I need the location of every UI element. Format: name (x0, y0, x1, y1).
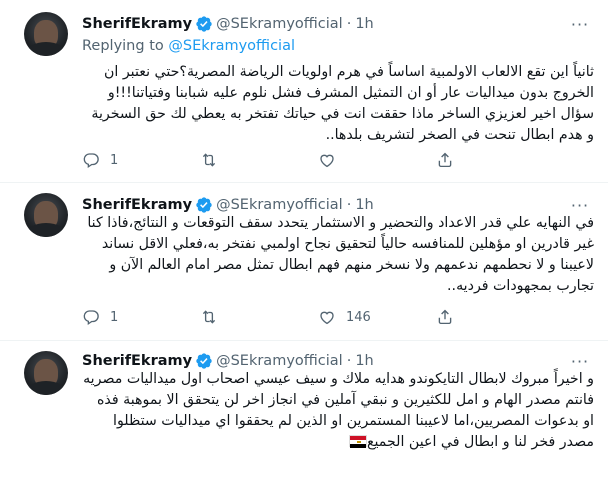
handle[interactable]: @SEkramyofficial (216, 197, 343, 213)
separator-dot: · (346, 353, 352, 369)
like-icon (320, 311, 334, 325)
retweet-icon (202, 153, 216, 167)
tweet-header: SherifEkramy @SEkramyofficial · 1h (82, 195, 374, 215)
more-options-icon[interactable]: ··· (568, 14, 592, 34)
like-icon (320, 154, 334, 168)
share-button[interactable] (436, 308, 454, 326)
tweet[interactable]: SherifEkramy @SEkramyofficial · 1h ··· و… (0, 341, 608, 492)
replying-to: Replying to @SEkramyofficial (82, 38, 295, 54)
like-button[interactable]: 146 (318, 308, 371, 326)
replying-to-handle-link[interactable]: @SEkramyofficial (168, 38, 295, 54)
more-options-icon[interactable]: ··· (568, 195, 592, 215)
like-count: 146 (346, 309, 371, 325)
tweet-text: في النهايه علي قدر الاعداد والتحضير و ال… (82, 215, 594, 294)
reply-button[interactable]: 1 (82, 151, 118, 169)
retweet-button[interactable] (200, 308, 228, 326)
avatar[interactable] (24, 193, 68, 237)
display-name[interactable]: SherifEkramy (82, 16, 192, 32)
tweet-actions: 1 146 (82, 307, 542, 327)
timestamp[interactable]: 1h (355, 197, 373, 213)
retweet-button[interactable] (200, 151, 228, 169)
verified-badge-icon (196, 197, 212, 213)
tweet-actions: 1 (82, 150, 542, 170)
egypt-flag-emoji-icon (348, 435, 367, 448)
share-icon (438, 152, 452, 168)
tweet[interactable]: SherifEkramy @SEkramyofficial · 1h ··· ف… (0, 183, 608, 340)
tweet-text: و اخيراً مبروك لابطال التايكوندو هدايه م… (82, 369, 594, 453)
reply-count: 1 (110, 309, 119, 325)
separator-dot: · (346, 197, 352, 213)
handle[interactable]: @SEkramyofficial (216, 353, 343, 369)
verified-badge-icon (196, 353, 212, 369)
tweet-text-body: و اخيراً مبروك لابطال التايكوندو هدايه م… (69, 371, 594, 450)
reply-icon (83, 153, 99, 169)
handle[interactable]: @SEkramyofficial (216, 16, 343, 32)
display-name[interactable]: SherifEkramy (82, 197, 192, 213)
reply-icon (83, 310, 99, 326)
reply-button[interactable]: 1 (82, 308, 118, 326)
tweet-header: SherifEkramy @SEkramyofficial · 1h (82, 14, 374, 34)
tweet-text: ثانياً اين تقع الالعاب الاولمبية اساساً … (86, 64, 594, 143)
tweet[interactable]: SherifEkramy @SEkramyofficial · 1h ··· R… (0, 0, 608, 182)
more-options-icon[interactable]: ··· (568, 351, 592, 371)
replying-to-label: Replying to (82, 38, 169, 54)
avatar[interactable] (24, 351, 68, 395)
share-icon (438, 309, 452, 325)
separator-dot: · (346, 16, 352, 32)
like-button[interactable] (318, 151, 346, 169)
timestamp[interactable]: 1h (355, 16, 373, 32)
retweet-icon (202, 310, 216, 324)
verified-badge-icon (196, 16, 212, 32)
tweet-header: SherifEkramy @SEkramyofficial · 1h (82, 351, 374, 371)
display-name[interactable]: SherifEkramy (82, 353, 192, 369)
share-button[interactable] (436, 151, 454, 169)
timestamp[interactable]: 1h (355, 353, 373, 369)
avatar[interactable] (24, 12, 68, 56)
reply-count: 1 (110, 152, 119, 168)
